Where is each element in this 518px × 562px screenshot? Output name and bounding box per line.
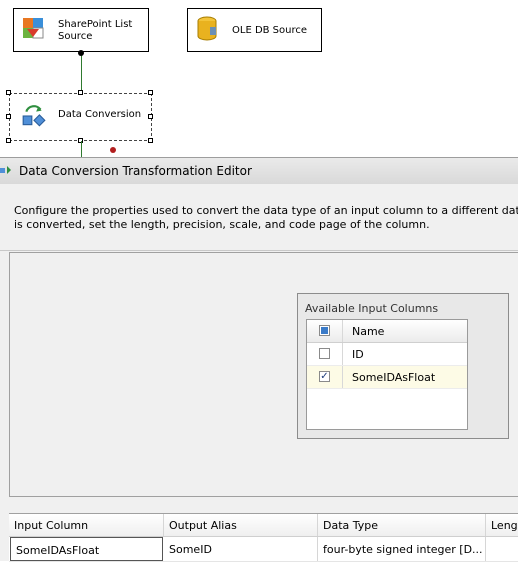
data-conversion-task[interactable]: Data Conversion [9, 93, 152, 141]
available-input-columns-box[interactable]: Available Input Columns Name ID ✓ SomeID… [297, 293, 509, 439]
data-conversion-editor-window: Data Conversion Transformation Editor Co… [0, 157, 518, 562]
column-name: SomeIDAsFloat [352, 371, 436, 384]
checkbox-cell[interactable] [307, 343, 343, 365]
ole-db-source-task[interactable]: OLE DB Source [187, 8, 322, 52]
conversion-mapping-grid: Input Column Output Alias Data Type Leng… [9, 513, 518, 562]
selection-handle[interactable] [148, 138, 153, 143]
column-checkbox-someidasfloat[interactable]: ✓ [319, 371, 330, 382]
output-alias-header[interactable]: Output Alias [164, 514, 318, 536]
output-connector[interactable] [81, 141, 82, 157]
column-checkbox-id[interactable] [319, 348, 330, 359]
connector-anchor [78, 50, 84, 56]
selection-handle[interactable] [6, 114, 11, 119]
length-header[interactable]: Leng [486, 514, 518, 536]
length-cell[interactable] [486, 537, 518, 561]
input-column-cell[interactable]: SomeIDAsFloat [10, 537, 163, 561]
editor-content: Configure the properties used to convert… [0, 184, 518, 562]
description-line: is converted, set the length, precision,… [14, 218, 430, 231]
table-row[interactable]: SomeIDAsFloat SomeID four-byte signed in… [9, 537, 518, 562]
task-label: Data Conversion [58, 109, 142, 120]
input-column-header[interactable]: Input Column [9, 514, 164, 536]
checkbox-cell[interactable]: ✓ [307, 366, 343, 388]
task-label: SharePoint List Source [58, 19, 133, 42]
select-all-checkbox[interactable] [319, 325, 330, 336]
name-column-header[interactable]: Name [352, 325, 384, 338]
designer-canvas: SharePoint List Source OLE DB Source Dat… [0, 0, 518, 157]
select-all-cell[interactable] [307, 320, 343, 342]
database-cylinder-icon [197, 16, 217, 41]
column-name: ID [352, 348, 364, 361]
path-connector[interactable] [81, 52, 82, 93]
selection-handle[interactable] [148, 114, 153, 119]
mapping-grid-header: Input Column Output Alias Data Type Leng [9, 514, 518, 537]
task-label: OLE DB Source [232, 25, 308, 36]
sharepoint-list-source-icon [23, 18, 44, 39]
selection-handle[interactable] [78, 90, 83, 95]
window-title: Data Conversion Transformation Editor [19, 164, 252, 178]
column-row-someidasfloat[interactable]: ✓ SomeIDAsFloat [307, 366, 467, 389]
column-row-id[interactable]: ID [307, 343, 467, 366]
selection-handle[interactable] [148, 90, 153, 95]
sharepoint-list-source-task[interactable]: SharePoint List Source [13, 8, 149, 52]
error-output-anchor[interactable] [110, 147, 116, 153]
selection-handle[interactable] [6, 138, 11, 143]
header-divider [0, 250, 518, 251]
data-type-header[interactable]: Data Type [318, 514, 486, 536]
grid-header-row: Name [307, 320, 467, 343]
available-columns-title: Available Input Columns [305, 302, 439, 315]
selection-handle[interactable] [6, 90, 11, 95]
description-line: Configure the properties used to convert… [14, 204, 518, 217]
data-type-cell[interactable]: four-byte signed integer [D... [318, 537, 486, 561]
data-conversion-icon [22, 105, 46, 127]
editor-description: Configure the properties used to convert… [14, 204, 518, 232]
available-columns-grid: Name ID ✓ SomeIDAsFloat [306, 319, 468, 430]
window-titlebar[interactable]: Data Conversion Transformation Editor [0, 157, 518, 184]
output-alias-cell[interactable]: SomeID [164, 537, 318, 561]
editor-window-icon [0, 166, 11, 174]
